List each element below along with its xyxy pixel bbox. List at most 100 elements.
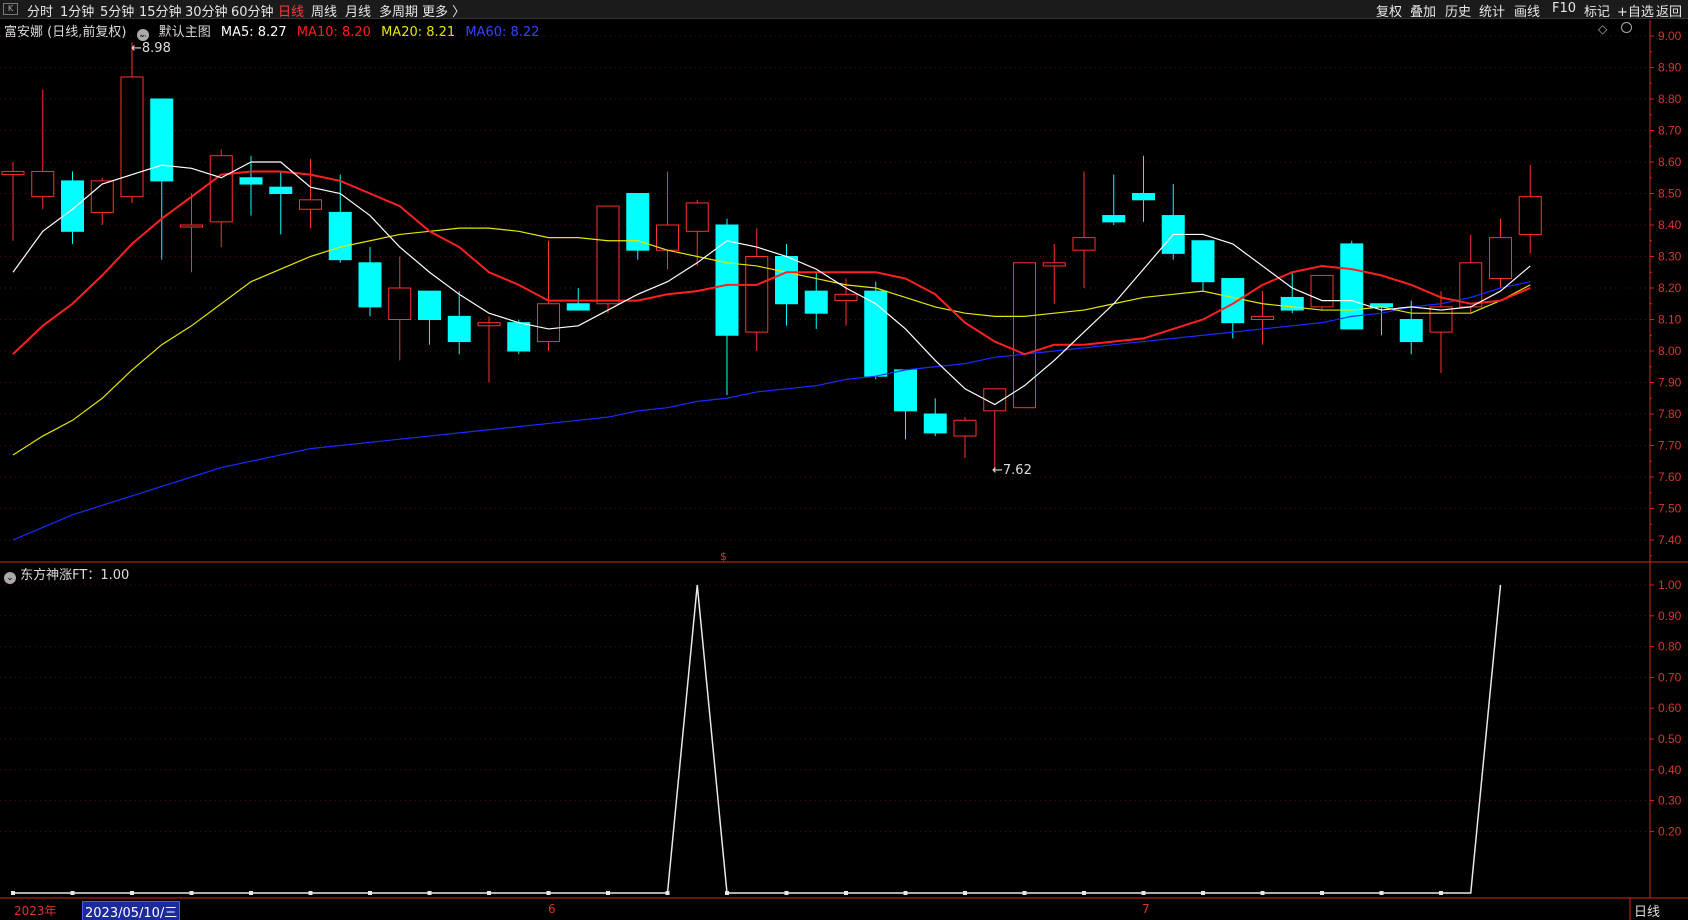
price-tick-label: 8.00 [1658, 344, 1682, 358]
candle-body-up [1489, 237, 1512, 280]
dollar-marker-icon: $ [720, 550, 727, 563]
candle-body-up [477, 322, 501, 327]
indicator-point [1379, 891, 1384, 895]
indicator-tick-label: 0.60 [1658, 701, 1682, 715]
candle-body-down [804, 290, 828, 314]
candle-body-up [1310, 274, 1334, 308]
indicator-point [189, 891, 194, 895]
price-tick-label: 8.10 [1658, 313, 1682, 327]
candle-body-up [1459, 262, 1483, 308]
indicator-point [963, 891, 967, 895]
indicator-point [606, 891, 610, 895]
candle-body-down [715, 224, 739, 336]
candle-body-down [923, 413, 947, 434]
indicator-line [13, 584, 1502, 894]
candle-body-down [1221, 278, 1245, 324]
indicator-point [308, 891, 313, 895]
indicator-point [1201, 891, 1205, 895]
indicator-point [903, 891, 908, 895]
indicator-tick-label: 0.20 [1658, 824, 1682, 838]
indicator-point [368, 891, 372, 895]
candle-body-down [447, 315, 471, 343]
candle-body-up [90, 180, 114, 213]
price-tick-label: 7.70 [1658, 439, 1682, 453]
price-tick-label: 8.50 [1658, 187, 1682, 201]
price-tick-label: 8.30 [1658, 250, 1682, 264]
indicator-legend: ⌄ 东方神涨FT：1.00 [4, 564, 129, 584]
candle-body-down [507, 322, 531, 352]
year-label: 2023年 [14, 904, 57, 918]
candle-body-up [1042, 262, 1066, 267]
candle-body-down [418, 290, 441, 320]
candle-body-up [180, 224, 203, 228]
indicator-point [249, 891, 253, 895]
indicator-tick-label: 1.00 [1658, 578, 1682, 592]
ma5-line [12, 161, 1531, 406]
high-price-label: ←8.98 [131, 41, 171, 56]
indicator-tick-label: 0.30 [1658, 794, 1682, 808]
candle-body-up [656, 224, 679, 251]
candle-body-down [269, 186, 293, 194]
price-tick-label: 8.70 [1658, 124, 1682, 138]
ma20-line [12, 227, 1531, 456]
candle-body-down [1191, 240, 1215, 283]
indicator-name: 东方神涨FT：1.00 [20, 568, 130, 583]
candle-body-down [328, 211, 352, 261]
candle-body-up [596, 205, 620, 305]
ma10-line [12, 170, 1531, 356]
candle-body-down [894, 369, 917, 412]
kline-chart[interactable]: 9.00 8.90 8.80 8.70 8.60 8.50 8.40 8.30 8.20 8.10… [0, 0, 1688, 920]
candle-body-down [775, 256, 798, 305]
price-tick-label: 8.80 [1658, 92, 1682, 106]
timeframe-label[interactable]: 日线 [1634, 901, 1660, 920]
candle-body-down [1102, 215, 1126, 223]
price-tick-label: 8.40 [1658, 218, 1682, 232]
cursor-date-label: 2023/05/10/三 [82, 901, 181, 920]
indicator-point [70, 891, 75, 895]
price-tick-label: 7.50 [1658, 502, 1682, 516]
indicator-tick-label: 0.80 [1658, 640, 1682, 654]
indicator-point [1141, 891, 1146, 895]
indicator-point [130, 891, 134, 895]
candle-body-down [626, 193, 650, 251]
price-tick-label: 8.60 [1658, 155, 1682, 169]
indicator-point [844, 891, 848, 895]
candle-body-up [1251, 315, 1274, 321]
ma60-line [12, 281, 1531, 541]
indicator-point [427, 891, 432, 895]
indicator-point [11, 891, 15, 895]
candle-body-up [685, 202, 709, 232]
candle-body-down [239, 177, 263, 185]
candle-body-up [299, 199, 322, 210]
indicator-tick-label: 0.70 [1658, 670, 1682, 684]
price-tick-label: 7.40 [1658, 533, 1682, 547]
candle-body-up [537, 303, 560, 343]
candle-body-up [834, 293, 858, 302]
candle-body-down [150, 98, 174, 182]
low-price-label: ←7.62 [992, 463, 1032, 478]
candle-body-down [1132, 193, 1155, 201]
price-tick-label: 8.20 [1658, 281, 1682, 295]
price-tick-label: 9.00 [1658, 29, 1682, 43]
candle-body-up [209, 155, 233, 223]
candle-body-down [566, 303, 590, 311]
indicator-point [1320, 891, 1324, 895]
indicator-point [665, 891, 670, 895]
candle-body-up [120, 76, 144, 198]
month-6-label: 6 [548, 902, 556, 916]
indicator-point [725, 891, 729, 895]
candle-body-up [1072, 237, 1096, 251]
candle-body-up [953, 419, 977, 437]
indicator-tick-label: 0.90 [1658, 609, 1682, 623]
price-tick-label: 7.80 [1658, 407, 1682, 421]
indicator-point [1439, 891, 1443, 895]
indicator-chevron-icon[interactable]: ⌄ [4, 572, 16, 584]
candle-body-down [1399, 319, 1423, 343]
indicator-point [1260, 891, 1265, 895]
price-tick-label: 8.90 [1658, 61, 1682, 75]
candle-body-up [1429, 306, 1453, 333]
price-tick-label: 7.90 [1658, 376, 1682, 390]
candle-body-up [1518, 196, 1542, 235]
price-tick-label: 7.60 [1658, 470, 1682, 484]
candle-body-up [31, 170, 55, 198]
